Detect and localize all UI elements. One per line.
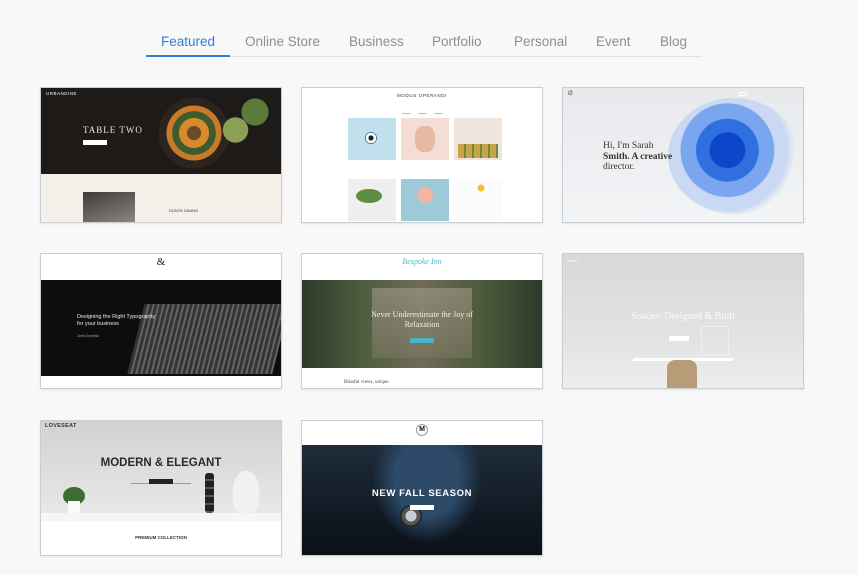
template-card-spaces[interactable]: Brom Spaces: Designed & Built: [562, 253, 804, 389]
template-cta-button: [149, 479, 173, 484]
template-cta-button: [83, 140, 107, 145]
vase-image: [233, 471, 259, 513]
template-intro-text: Hi, I'm Sarah Smith. A creative director…: [603, 141, 673, 172]
template-card-bespoke-inn[interactable]: Bespoke Inn Never Underestimate the Joy …: [301, 253, 543, 389]
template-headline: NEW FALL SEASON: [371, 488, 473, 499]
template-headline: MODERN & ELEGANT: [100, 457, 222, 469]
template-logo: &: [156, 256, 166, 268]
gallery-tile-pink-flower: [401, 179, 449, 221]
template-section-label: PREMIUM COLLECTION: [135, 535, 187, 540]
blue-ink-cloud-image: [668, 98, 800, 214]
candlestick-image: [205, 473, 214, 513]
template-card-urbandine[interactable]: URBANDINE TABLE TWO DONTE DINING: [40, 87, 282, 223]
template-logo: Bespoke Inn: [402, 257, 442, 266]
greens-image: [216, 88, 281, 148]
template-logo: URBANDINE: [46, 91, 78, 96]
gallery-tile-plant: [348, 179, 396, 221]
template-lower-section: [41, 174, 281, 222]
template-card-loveseat[interactable]: LOVESEAT MODERN & ELEGANT PREMIUM COLLEC…: [40, 420, 282, 556]
template-lower-heading: Blissful views, unique: [344, 380, 389, 385]
template-headline: Never Underestimate the Joy of Relaxatio…: [371, 310, 473, 329]
tab-blog[interactable]: Blog: [660, 34, 687, 49]
template-cta-button: [410, 505, 434, 510]
template-card-new-fall-season[interactable]: M NEW FALL SEASON: [301, 420, 543, 556]
gallery-tile-flower: [348, 118, 396, 160]
tab-event[interactable]: Event: [596, 34, 631, 49]
active-tab-underline: [146, 55, 230, 57]
template-logo: MODUS OPERANDI: [397, 93, 447, 98]
gallery-tile-hands: [401, 118, 449, 160]
tab-online-store[interactable]: Online Store: [245, 34, 320, 49]
template-headline: Designing the Right Typography for your …: [77, 314, 156, 327]
template-section-label: DONTE DINING: [169, 208, 199, 213]
template-headline: Spaces: Designed & Built: [631, 311, 735, 322]
template-subline: John Dornella: [77, 334, 99, 338]
template-logo: LOVESEAT: [45, 423, 77, 429]
template-logo: Brom: [568, 258, 578, 263]
suit-jacket-image: [362, 445, 492, 555]
tab-featured[interactable]: Featured: [161, 34, 215, 49]
template-logo: Ø: [568, 91, 573, 97]
template-logo: M: [416, 424, 428, 436]
pot-image: [68, 501, 80, 513]
shelf-image: [41, 513, 281, 521]
tab-personal[interactable]: Personal: [514, 34, 567, 49]
chair-image: [667, 360, 697, 388]
category-tabs: Featured Online Store Business Portfolio…: [146, 24, 702, 57]
tab-business[interactable]: Business: [349, 34, 404, 49]
gallery-tile-yellow-flowers: [454, 179, 502, 221]
template-hero-title: TABLE TWO: [83, 125, 143, 135]
picture-frame-image: [701, 326, 729, 356]
tab-portfolio[interactable]: Portfolio: [432, 34, 482, 49]
template-cta-button: [410, 338, 434, 343]
template-section-subline: [41, 543, 281, 555]
gallery-tile-pineapples: [454, 118, 502, 160]
chef-photo: [83, 192, 135, 222]
template-hero-image: [41, 280, 281, 376]
template-cta-button: [669, 336, 689, 341]
template-nav-button: [739, 92, 747, 96]
template-card-typography[interactable]: & Designing the Right Typography for you…: [40, 253, 282, 389]
template-nav: [302, 101, 542, 119]
template-card-sarah-smith[interactable]: Ø Hi, I'm Sarah Smith. A creative direct…: [562, 87, 804, 223]
template-card-modus-operandi[interactable]: MODUS OPERANDI: [301, 87, 543, 223]
